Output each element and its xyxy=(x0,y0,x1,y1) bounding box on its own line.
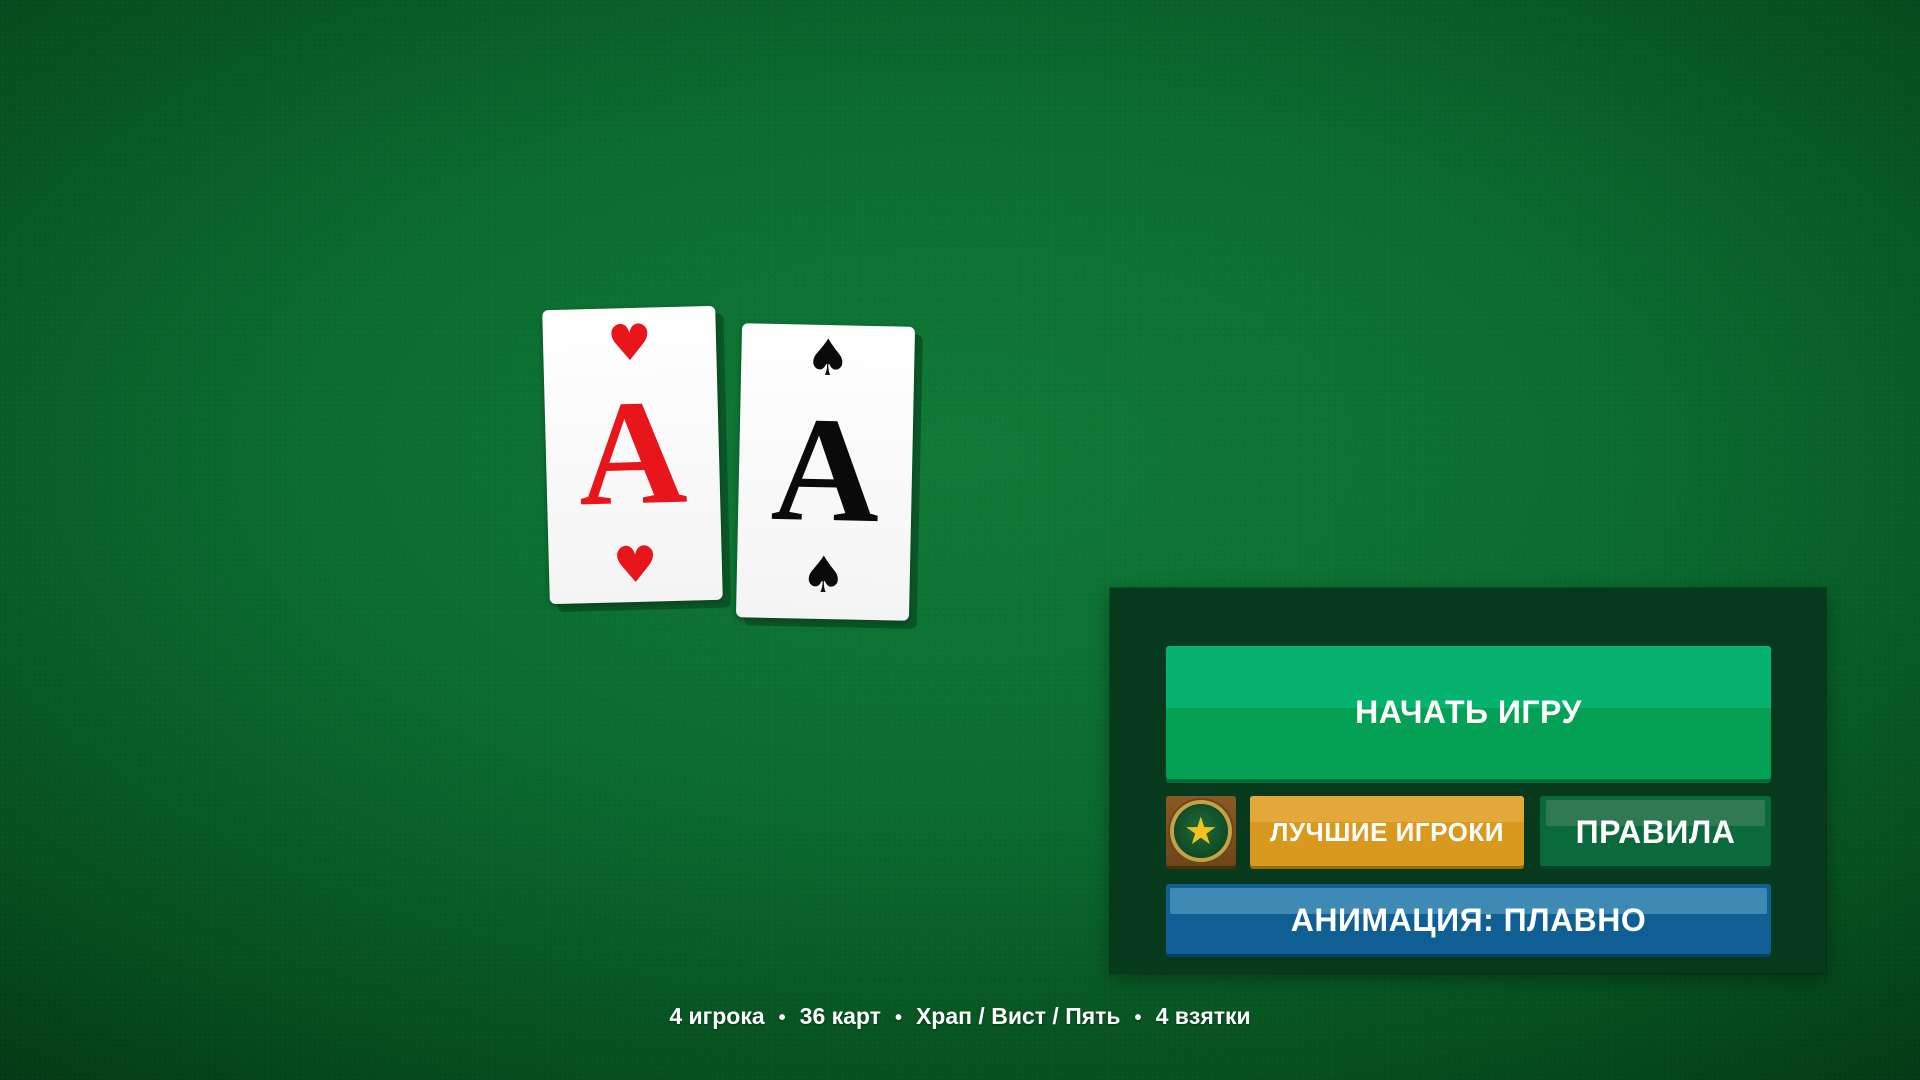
rules-label: ПРАВИЛА xyxy=(1575,814,1736,850)
best-players-label: ЛУЧШИЕ ИГРОКИ xyxy=(1270,817,1504,847)
bullet-separator: • xyxy=(778,1007,786,1029)
best-players-button[interactable]: ЛУЧШИЕ ИГРОКИ xyxy=(1250,796,1524,866)
spade-suit-icon: ♠ xyxy=(800,545,847,605)
game-modes: Храп / Вист / Пять xyxy=(915,1003,1121,1029)
ace-of-spades-card: ♠ A ♠ xyxy=(735,323,916,621)
tricks-count: 4 взятки xyxy=(1155,1003,1251,1029)
main-menu-panel: НАЧАТЬ ИГРУ ★ ЛУЧШИЕ ИГРОКИ ПРАВИЛА АНИМ… xyxy=(1110,588,1826,973)
game-info-line: 4 игрока • 36 карт • Храп / Вист / Пять • 4 вз… xyxy=(0,1003,1920,1030)
heart-suit-icon: ♥ xyxy=(612,535,659,595)
start-game-label: НАЧАТЬ ИГРУ xyxy=(1355,694,1582,730)
leaderboard-icon-button[interactable]: ★ xyxy=(1166,796,1236,866)
rules-button[interactable]: ПРАВИЛА xyxy=(1540,796,1771,866)
bullet-separator: • xyxy=(894,1007,902,1029)
card-rank: A xyxy=(576,368,689,538)
animation-toggle-button[interactable]: АНИМАЦИЯ: ПЛАВНО xyxy=(1166,884,1771,954)
star-medal-icon: ★ xyxy=(1174,804,1228,858)
spade-suit-icon: ♠ xyxy=(804,328,851,388)
deck-size: 36 карт xyxy=(799,1003,881,1029)
animation-label: АНИМАЦИЯ: ПЛАВНО xyxy=(1290,902,1647,938)
start-game-button[interactable]: НАЧАТЬ ИГРУ xyxy=(1166,646,1771,779)
bullet-separator: • xyxy=(1134,1007,1142,1029)
card-rank: A xyxy=(769,385,882,555)
heart-suit-icon: ♥ xyxy=(606,313,653,373)
players-count: 4 игрока xyxy=(669,1003,765,1029)
ace-of-hearts-card: ♥ A ♥ xyxy=(542,305,723,605)
